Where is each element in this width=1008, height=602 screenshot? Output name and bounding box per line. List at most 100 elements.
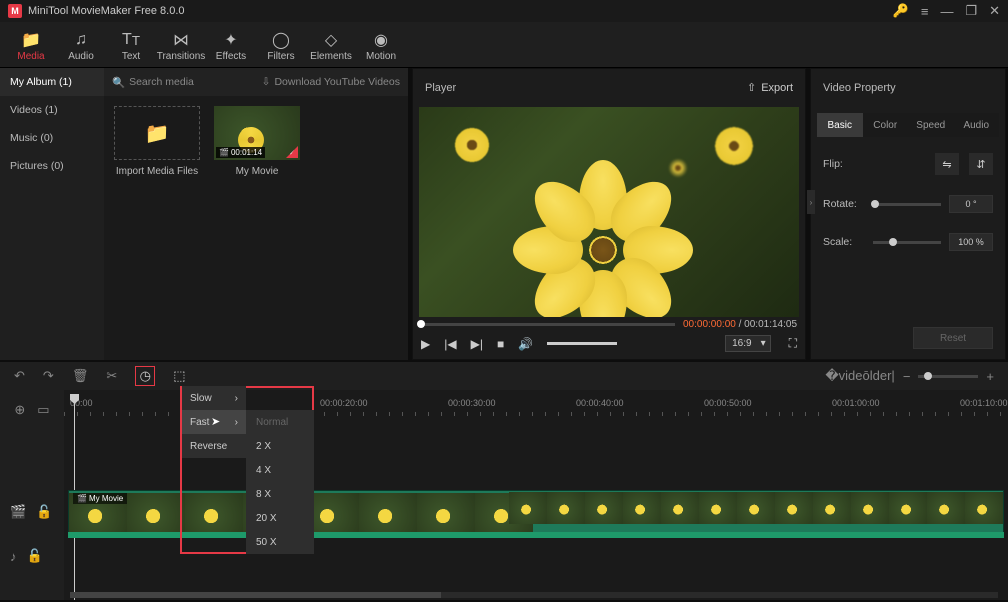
timeline: ⊕ ▭ 🎬 🔓 ♪ 🔓 00:00 00:00:10:00 00:00:20:0… <box>0 390 1008 600</box>
rotate-value[interactable]: 0 ° <box>949 195 993 213</box>
fit-zoom-button[interactable]: �videōlder| <box>825 368 894 384</box>
play-button[interactable]: ▶ <box>421 337 430 351</box>
tab-transitions[interactable]: ⋈Transitions <box>156 26 206 67</box>
media-panel: My Album (1) Videos (1) Music (0) Pictur… <box>0 68 408 360</box>
video-track-icon[interactable]: 🎬 <box>10 504 26 520</box>
scale-label: Scale: <box>823 236 863 248</box>
delete-button[interactable]: 🗑 <box>72 368 89 384</box>
minimize-icon[interactable]: — <box>940 4 953 19</box>
speed-option-20x[interactable]: 20 X <box>246 506 314 530</box>
top-tab-bar: 📁Media ♫Audio TTText ⋈Transitions ✦Effec… <box>0 22 1008 68</box>
close-icon[interactable]: ✕ <box>989 3 1000 19</box>
folder-icon: 📁 <box>21 31 41 49</box>
speedometer-icon: ◷ <box>140 368 151 384</box>
lock-track-icon[interactable]: 🔓 <box>36 504 52 520</box>
download-youtube[interactable]: ⇩ Download YouTube Videos <box>262 76 400 88</box>
media-sidebar: My Album (1) Videos (1) Music (0) Pictur… <box>0 68 104 360</box>
tab-effects[interactable]: ✦Effects <box>206 26 256 67</box>
crop-button[interactable]: ⬚ <box>173 368 185 384</box>
track-manage-button[interactable]: ▭ <box>37 402 49 418</box>
progress-bar[interactable] <box>421 323 675 326</box>
speed-submenu: Normal 2 X 4 X 8 X 20 X 50 X <box>246 410 314 554</box>
sidebar-item-pictures[interactable]: Pictures (0) <box>0 152 104 180</box>
prop-tab-basic[interactable]: Basic <box>817 113 863 137</box>
sidebar-item-music[interactable]: Music (0) <box>0 124 104 152</box>
app-title: MiniTool MovieMaker Free 8.0.0 <box>28 5 185 17</box>
menu-icon[interactable]: ≡ <box>921 4 929 19</box>
aspect-ratio-select[interactable]: 16:9 <box>725 335 770 352</box>
maximize-icon[interactable]: ❐ <box>965 3 977 19</box>
sidebar-item-my-album[interactable]: My Album (1) <box>0 68 104 96</box>
split-button[interactable]: ✂ <box>106 368 117 384</box>
speed-option-50x[interactable]: 50 X <box>246 530 314 554</box>
import-media-tile[interactable]: 📁 Import Media Files <box>114 106 200 177</box>
zoom-in-button[interactable]: + <box>986 369 994 384</box>
flip-vertical-button[interactable]: ⇵ <box>969 153 993 175</box>
timeline-toolbar: ↶ ↷ 🗑 ✂ ◷ ⬚ �videōlder| − + <box>0 362 1008 390</box>
video-property-panel: Video Property Basic Color Speed Audio F… <box>810 68 1006 360</box>
undo-button[interactable]: ↶ <box>14 368 25 384</box>
effects-icon: ✦ <box>224 31 237 49</box>
player-preview <box>419 107 799 318</box>
export-button[interactable]: ⇧ Export <box>747 81 793 94</box>
fullscreen-button[interactable]: ⛶ <box>789 336 797 351</box>
panel-expand-handle[interactable]: › <box>807 190 815 214</box>
flip-label: Flip: <box>823 158 863 170</box>
zoom-slider[interactable] <box>918 375 978 378</box>
clip-label: 🎬My Movie <box>73 493 127 504</box>
speed-menu-slow[interactable]: Slow› <box>182 386 246 410</box>
scale-slider[interactable] <box>873 241 941 244</box>
search-icon: 🔍 <box>112 76 125 89</box>
text-icon: TT <box>122 31 140 49</box>
speed-menu: Slow› Fast› Reverse <box>182 386 246 458</box>
filters-icon: ◯ <box>272 31 290 49</box>
duration-badge: 🎬00:01:14 <box>216 147 265 158</box>
app-logo: M <box>8 4 22 18</box>
tab-filters[interactable]: ◯Filters <box>256 26 306 67</box>
prop-tab-speed[interactable]: Speed <box>908 113 954 137</box>
audio-track-icon[interactable]: ♪ <box>10 549 17 564</box>
music-note-icon: ♫ <box>75 31 87 49</box>
add-track-button[interactable]: ⊕ <box>14 402 25 418</box>
redo-button[interactable]: ↷ <box>43 368 54 384</box>
stop-button[interactable]: ■ <box>497 337 504 351</box>
flip-horizontal-button[interactable]: ⇋ <box>935 153 959 175</box>
speed-button[interactable]: ◷ <box>135 366 155 386</box>
volume-icon[interactable]: 🔊 <box>518 337 533 351</box>
motion-icon: ◉ <box>374 31 388 49</box>
zoom-out-button[interactable]: − <box>903 369 911 384</box>
prev-frame-button[interactable]: |◀ <box>444 337 456 351</box>
speed-option-4x[interactable]: 4 X <box>246 458 314 482</box>
speed-option-8x[interactable]: 8 X <box>246 482 314 506</box>
export-icon: ⇧ <box>747 81 756 94</box>
tab-media[interactable]: 📁Media <box>6 26 56 67</box>
prop-tab-color[interactable]: Color <box>863 113 909 137</box>
scale-value[interactable]: 100 % <box>949 233 993 251</box>
speed-menu-fast[interactable]: Fast› <box>182 410 246 434</box>
lock-audio-icon[interactable]: 🔓 <box>27 548 43 564</box>
time-display: 00:00:00:00 / 00:01:14:05 <box>683 319 797 330</box>
speed-option-normal[interactable]: Normal <box>246 410 314 434</box>
speed-menu-reverse[interactable]: Reverse <box>182 434 246 458</box>
prop-tab-audio[interactable]: Audio <box>954 113 1000 137</box>
media-tile-my-movie[interactable]: 🎬00:01:14 ✓ My Movie <box>214 106 300 177</box>
tab-motion[interactable]: ◉Motion <box>356 26 406 67</box>
sidebar-item-videos[interactable]: Videos (1) <box>0 96 104 124</box>
volume-slider[interactable] <box>547 342 617 345</box>
video-clip-continued[interactable] <box>509 490 1004 528</box>
tab-audio[interactable]: ♫Audio <box>56 26 106 67</box>
next-frame-button[interactable]: ▶| <box>471 337 483 351</box>
key-icon[interactable]: 🔑 <box>893 3 909 19</box>
transition-icon: ⋈ <box>173 31 189 49</box>
reset-button[interactable]: Reset <box>913 327 993 349</box>
player-title: Player <box>425 82 456 94</box>
titlebar: M MiniTool MovieMaker Free 8.0.0 🔑 ≡ — ❐… <box>0 0 1008 22</box>
rotate-slider[interactable] <box>873 203 941 206</box>
timeline-scrollbar[interactable] <box>70 592 998 598</box>
elements-icon: ◇ <box>325 31 337 49</box>
tab-text[interactable]: TTText <box>106 26 156 67</box>
speed-option-2x[interactable]: 2 X <box>246 434 314 458</box>
search-media[interactable]: 🔍 Search media <box>112 76 194 89</box>
rotate-label: Rotate: <box>823 198 863 210</box>
tab-elements[interactable]: ◇Elements <box>306 26 356 67</box>
